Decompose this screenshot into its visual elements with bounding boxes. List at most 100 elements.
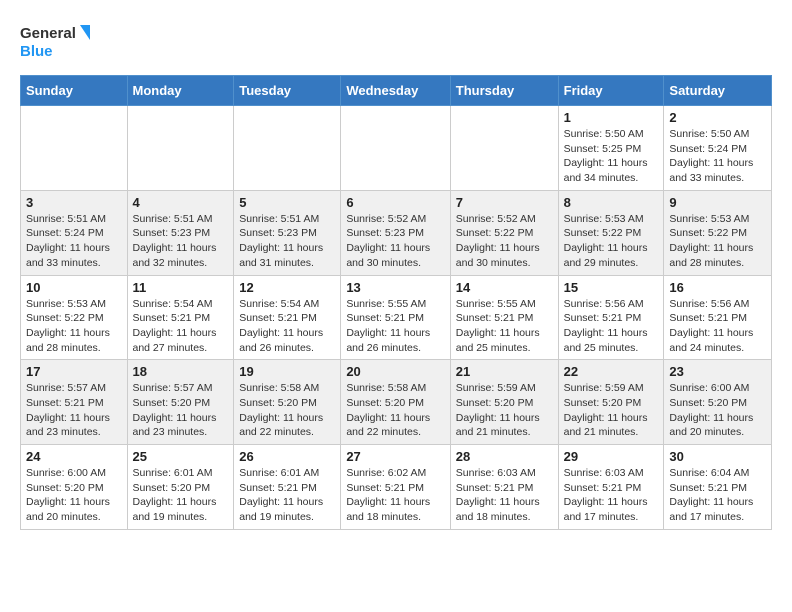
calendar-cell: 24 Sunrise: 6:00 AMSunset: 5:20 PMDayligh… xyxy=(21,445,128,530)
day-info: Sunrise: 5:53 AMSunset: 5:22 PMDaylight:… xyxy=(26,297,122,356)
day-info: Sunrise: 6:03 AMSunset: 5:21 PMDaylight:… xyxy=(564,466,659,525)
calendar-cell: 22 Sunrise: 5:59 AMSunset: 5:20 PMDayligh… xyxy=(558,360,664,445)
day-info: Sunrise: 5:59 AMSunset: 5:20 PMDaylight:… xyxy=(564,381,659,440)
day-number: 8 xyxy=(564,195,659,210)
day-number: 3 xyxy=(26,195,122,210)
calendar-cell: 21 Sunrise: 5:59 AMSunset: 5:20 PMDayligh… xyxy=(450,360,558,445)
day-number: 4 xyxy=(133,195,229,210)
day-info: Sunrise: 5:55 AMSunset: 5:21 PMDaylight:… xyxy=(456,297,553,356)
day-number: 15 xyxy=(564,280,659,295)
calendar-cell xyxy=(127,106,234,191)
logo: General Blue xyxy=(20,20,90,65)
calendar-cell: 27Sunrise: 6:02 AMSunset: 5:21 PMDayligh… xyxy=(341,445,450,530)
calendar-table: SundayMondayTuesdayWednesdayThursdayFrid… xyxy=(20,75,772,530)
calendar-cell: 15 Sunrise: 5:56 AMSunset: 5:21 PMDayligh… xyxy=(558,275,664,360)
day-info: Sunrise: 5:58 AMSunset: 5:20 PMDaylight:… xyxy=(239,381,335,440)
day-number: 25 xyxy=(133,449,229,464)
day-info: Sunrise: 6:01 AMSunset: 5:21 PMDaylight:… xyxy=(239,466,335,525)
day-info: Sunrise: 5:52 AMSunset: 5:22 PMDaylight:… xyxy=(456,212,553,271)
day-info: Sunrise: 5:59 AMSunset: 5:20 PMDaylight:… xyxy=(456,381,553,440)
day-info: Sunrise: 5:57 AMSunset: 5:21 PMDaylight:… xyxy=(26,381,122,440)
day-info: Sunrise: 5:54 AMSunset: 5:21 PMDaylight:… xyxy=(133,297,229,356)
day-number: 20 xyxy=(346,364,444,379)
day-number: 26 xyxy=(239,449,335,464)
calendar-cell: 18 Sunrise: 5:57 AMSunset: 5:20 PMDayligh… xyxy=(127,360,234,445)
day-info: Sunrise: 6:02 AMSunset: 5:21 PMDaylight:… xyxy=(346,466,444,525)
day-info: Sunrise: 5:57 AMSunset: 5:20 PMDaylight:… xyxy=(133,381,229,440)
day-number: 19 xyxy=(239,364,335,379)
day-number: 30 xyxy=(669,449,766,464)
day-number: 10 xyxy=(26,280,122,295)
calendar-header-cell: Sunday xyxy=(21,76,128,106)
calendar-cell: 26 Sunrise: 6:01 AMSunset: 5:21 PMDayligh… xyxy=(234,445,341,530)
day-number: 6 xyxy=(346,195,444,210)
day-number: 28 xyxy=(456,449,553,464)
calendar-cell: 25 Sunrise: 6:01 AMSunset: 5:20 PMDayligh… xyxy=(127,445,234,530)
day-info: Sunrise: 5:55 AMSunset: 5:21 PMDaylight:… xyxy=(346,297,444,356)
day-info: Sunrise: 6:00 AMSunset: 5:20 PMDaylight:… xyxy=(26,466,122,525)
calendar-cell: 19 Sunrise: 5:58 AMSunset: 5:20 PMDayligh… xyxy=(234,360,341,445)
calendar-cell: 4 Sunrise: 5:51 AMSunset: 5:23 PMDaylight… xyxy=(127,190,234,275)
calendar-cell: 3 Sunrise: 5:51 AMSunset: 5:24 PMDaylight… xyxy=(21,190,128,275)
day-info: Sunrise: 5:51 AMSunset: 5:23 PMDaylight:… xyxy=(133,212,229,271)
calendar-header-row: SundayMondayTuesdayWednesdayThursdayFrid… xyxy=(21,76,772,106)
calendar-cell: 7 Sunrise: 5:52 AMSunset: 5:22 PMDaylight… xyxy=(450,190,558,275)
calendar-cell: 1Sunrise: 5:50 AMSunset: 5:25 PMDaylight… xyxy=(558,106,664,191)
calendar-cell: 2 Sunrise: 5:50 AMSunset: 5:24 PMDaylight… xyxy=(664,106,772,191)
day-info: Sunrise: 6:01 AMSunset: 5:20 PMDaylight:… xyxy=(133,466,229,525)
day-info: Sunrise: 5:53 AMSunset: 5:22 PMDaylight:… xyxy=(564,212,659,271)
calendar-cell: 6 Sunrise: 5:52 AMSunset: 5:23 PMDaylight… xyxy=(341,190,450,275)
calendar-cell: 16 Sunrise: 5:56 AMSunset: 5:21 PMDayligh… xyxy=(664,275,772,360)
day-info: Sunrise: 5:50 AMSunset: 5:24 PMDaylight:… xyxy=(669,127,766,186)
day-number: 16 xyxy=(669,280,766,295)
day-info: Sunrise: 5:51 AMSunset: 5:24 PMDaylight:… xyxy=(26,212,122,271)
day-info: Sunrise: 5:56 AMSunset: 5:21 PMDaylight:… xyxy=(564,297,659,356)
day-number: 12 xyxy=(239,280,335,295)
day-info: Sunrise: 5:53 AMSunset: 5:22 PMDaylight:… xyxy=(669,212,766,271)
day-info: Sunrise: 6:04 AMSunset: 5:21 PMDaylight:… xyxy=(669,466,766,525)
day-info: Sunrise: 6:00 AMSunset: 5:20 PMDaylight:… xyxy=(669,381,766,440)
calendar-cell: 14 Sunrise: 5:55 AMSunset: 5:21 PMDayligh… xyxy=(450,275,558,360)
day-info: Sunrise: 5:51 AMSunset: 5:23 PMDaylight:… xyxy=(239,212,335,271)
day-info: Sunrise: 6:03 AMSunset: 5:21 PMDaylight:… xyxy=(456,466,553,525)
calendar-cell: 23 Sunrise: 6:00 AMSunset: 5:20 PMDayligh… xyxy=(664,360,772,445)
calendar-cell: 17 Sunrise: 5:57 AMSunset: 5:21 PMDayligh… xyxy=(21,360,128,445)
day-number: 9 xyxy=(669,195,766,210)
logo-svg: General Blue xyxy=(20,20,90,65)
calendar-cell: 29 Sunrise: 6:03 AMSunset: 5:21 PMDayligh… xyxy=(558,445,664,530)
day-number: 29 xyxy=(564,449,659,464)
day-number: 7 xyxy=(456,195,553,210)
day-number: 22 xyxy=(564,364,659,379)
day-number: 11 xyxy=(133,280,229,295)
day-number: 21 xyxy=(456,364,553,379)
calendar-header-cell: Friday xyxy=(558,76,664,106)
day-info: Sunrise: 5:56 AMSunset: 5:21 PMDaylight:… xyxy=(669,297,766,356)
day-info: Sunrise: 5:54 AMSunset: 5:21 PMDaylight:… xyxy=(239,297,335,356)
day-number: 13 xyxy=(346,280,444,295)
calendar-cell xyxy=(234,106,341,191)
calendar-header-cell: Saturday xyxy=(664,76,772,106)
day-number: 24 xyxy=(26,449,122,464)
calendar-cell: 11 Sunrise: 5:54 AMSunset: 5:21 PMDayligh… xyxy=(127,275,234,360)
calendar-cell: 9 Sunrise: 5:53 AMSunset: 5:22 PMDaylight… xyxy=(664,190,772,275)
day-info: Sunrise: 5:50 AMSunset: 5:25 PMDaylight:… xyxy=(564,127,659,186)
calendar-header-cell: Wednesday xyxy=(341,76,450,106)
header: General Blue xyxy=(20,20,772,65)
day-number: 18 xyxy=(133,364,229,379)
calendar-cell: 10 Sunrise: 5:53 AMSunset: 5:22 PMDayligh… xyxy=(21,275,128,360)
day-info: Sunrise: 5:52 AMSunset: 5:23 PMDaylight:… xyxy=(346,212,444,271)
day-number: 17 xyxy=(26,364,122,379)
day-number: 2 xyxy=(669,110,766,125)
day-info: Sunrise: 5:58 AMSunset: 5:20 PMDaylight:… xyxy=(346,381,444,440)
calendar-header-cell: Monday xyxy=(127,76,234,106)
day-number: 14 xyxy=(456,280,553,295)
calendar-cell xyxy=(341,106,450,191)
calendar-cell: 8 Sunrise: 5:53 AMSunset: 5:22 PMDaylight… xyxy=(558,190,664,275)
calendar-cell: 13 Sunrise: 5:55 AMSunset: 5:21 PMDayligh… xyxy=(341,275,450,360)
calendar-cell: 12 Sunrise: 5:54 AMSunset: 5:21 PMDayligh… xyxy=(234,275,341,360)
page: General Blue SundayMondayTuesdayWednesda… xyxy=(0,0,792,540)
day-number: 23 xyxy=(669,364,766,379)
calendar-cell xyxy=(450,106,558,191)
day-number: 5 xyxy=(239,195,335,210)
calendar-cell: 5 Sunrise: 5:51 AMSunset: 5:23 PMDaylight… xyxy=(234,190,341,275)
